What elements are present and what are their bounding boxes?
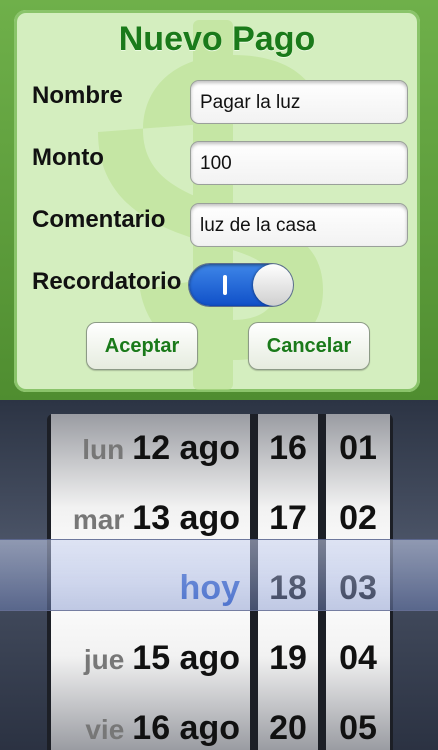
date-option[interactable]: vie 16 ago	[51, 693, 250, 750]
date-option-selected[interactable]: hoy	[51, 553, 250, 623]
hour-option[interactable]: 17	[258, 483, 318, 553]
amount-label: Monto	[32, 144, 104, 171]
accept-button[interactable]: Aceptar	[86, 322, 198, 370]
hour-option[interactable]: 16	[258, 414, 318, 483]
date-option[interactable]: jue 15 ago	[51, 623, 250, 693]
cancel-button[interactable]: Cancelar	[248, 322, 370, 370]
weekday-text: jue	[83, 644, 125, 675]
date-wheel[interactable]: lun 12 ago mar 13 ago hoy jue 15 ago vie 16 …	[51, 414, 250, 750]
hour-option[interactable]: 20	[258, 693, 318, 750]
toggle-knob[interactable]	[253, 264, 293, 306]
amount-field[interactable]: 100	[190, 141, 408, 185]
minute-option[interactable]: 02	[326, 483, 390, 553]
toggle-on-indicator	[223, 275, 227, 295]
comment-label: Comentario	[32, 206, 166, 233]
minute-option[interactable]: 04	[326, 623, 390, 693]
date-text: 12 ago	[132, 429, 240, 467]
hour-wheel[interactable]: 16 17 18 19 20	[258, 414, 318, 750]
reminder-label: Recordatorio	[32, 268, 182, 295]
date-text: 16 ago	[132, 709, 240, 747]
name-field[interactable]: Pagar la luz	[190, 80, 408, 124]
name-label: Nombre	[32, 82, 123, 109]
date-option[interactable]: mar 13 ago	[51, 483, 250, 553]
date-text: 13 ago	[132, 499, 240, 537]
form-frame: Nuevo Pago Nombre Pagar la luz Monto 100…	[0, 0, 438, 400]
weekday-text: vie	[85, 714, 125, 745]
minute-wheel[interactable]: 01 02 03 04 05	[326, 414, 390, 750]
weekday-text: mar	[72, 504, 125, 535]
minute-option[interactable]: 05	[326, 693, 390, 750]
weekday-text: lun	[82, 434, 125, 465]
today-text: hoy	[179, 569, 240, 607]
hour-option[interactable]: 19	[258, 623, 318, 693]
page-title: Nuevo Pago	[118, 20, 316, 58]
reminder-toggle[interactable]	[189, 264, 293, 306]
date-time-picker: lun 12 ago mar 13 ago hoy jue 15 ago vie 16 …	[0, 400, 438, 750]
date-text: 15 ago	[132, 639, 240, 677]
comment-field[interactable]: luz de la casa	[190, 203, 408, 247]
picker-wheels: lun 12 ago mar 13 ago hoy jue 15 ago vie 16 …	[47, 414, 393, 750]
minute-option-selected[interactable]: 03	[326, 553, 390, 623]
minute-option[interactable]: 01	[326, 414, 390, 483]
hour-option-selected[interactable]: 18	[258, 553, 318, 623]
new-payment-panel: Nuevo Pago Nombre Pagar la luz Monto 100…	[14, 10, 420, 392]
date-option[interactable]: lun 12 ago	[51, 414, 250, 483]
